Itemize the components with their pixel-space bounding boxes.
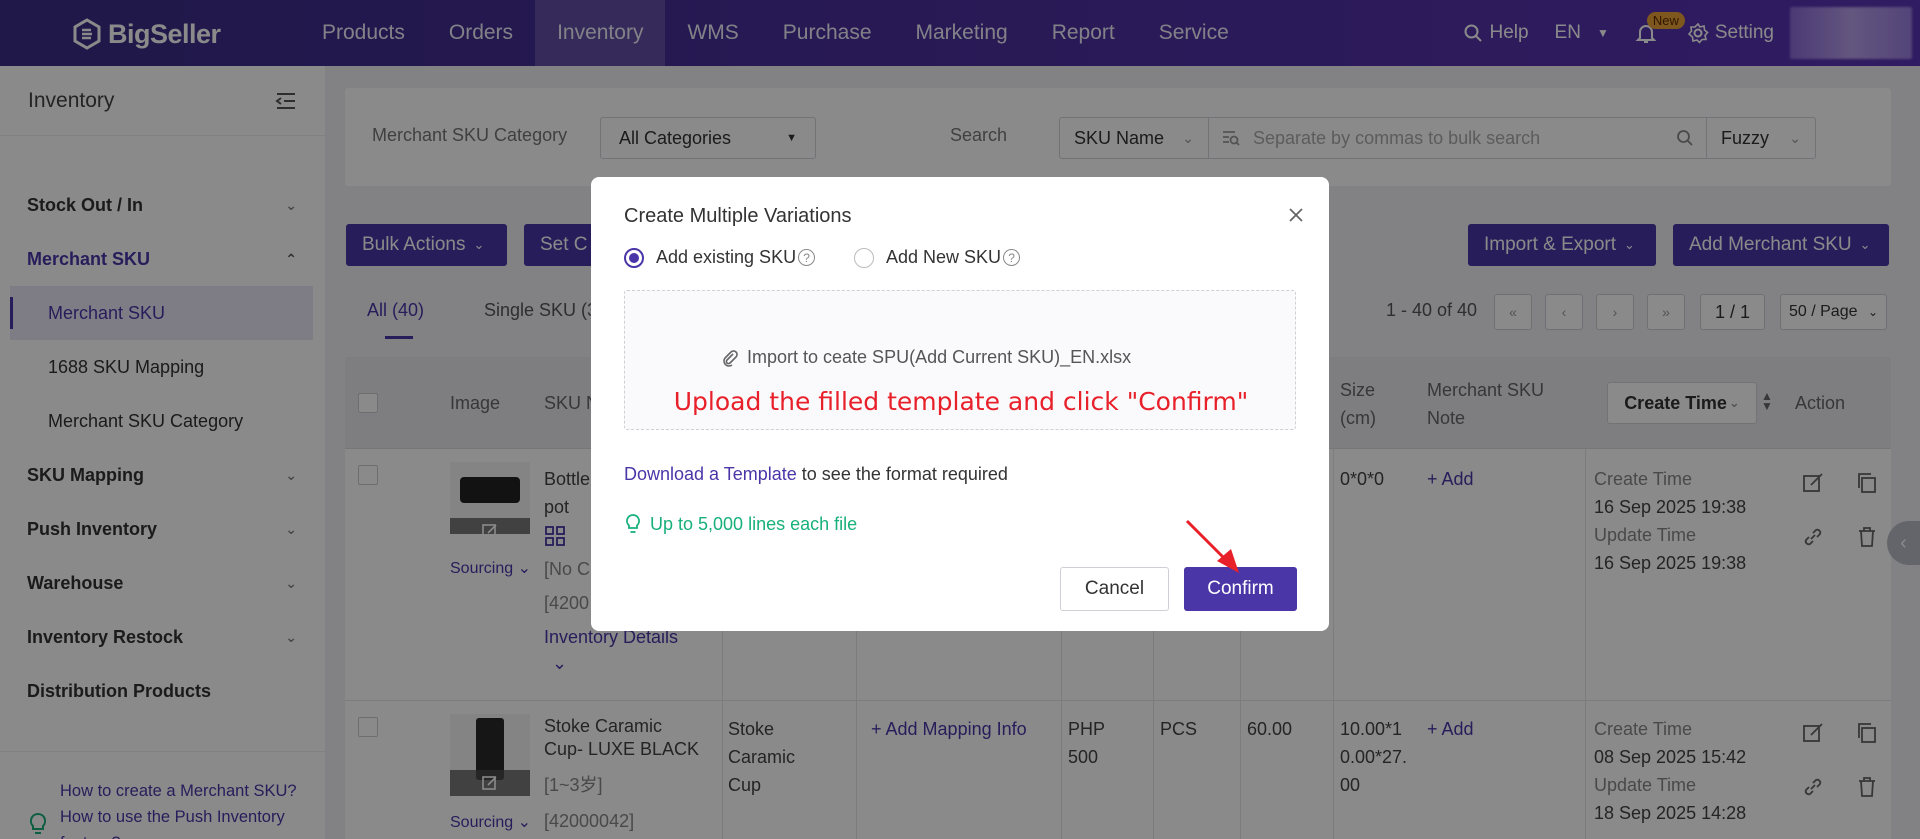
paperclip-icon	[723, 349, 738, 367]
download-template-link[interactable]: Download a Template	[624, 464, 797, 484]
confirm-label: Confirm	[1207, 578, 1274, 599]
lightbulb-icon	[626, 514, 640, 533]
cancel-button[interactable]: Cancel	[1060, 567, 1169, 611]
radio-unselected[interactable]	[854, 247, 874, 268]
option-add-existing-sku[interactable]: Add existing SKU ?	[624, 247, 816, 268]
annotation-arrow	[1185, 519, 1239, 573]
option-new-label: Add New SKU	[886, 247, 1002, 267]
radio-selected[interactable]	[624, 247, 644, 268]
close-icon[interactable]	[1288, 207, 1304, 223]
option-add-new-sku[interactable]: Add New SKU ?	[854, 247, 1021, 268]
file-upload-area[interactable]: Import to ceate SPU(Add Current SKU)_EN.…	[624, 290, 1296, 430]
dialog-title: Create Multiple Variations	[624, 205, 852, 227]
option-existing-label: Add existing SKU	[656, 247, 797, 267]
help-circle-icon[interactable]: ?	[798, 249, 816, 266]
uploaded-file[interactable]: Import to ceate SPU(Add Current SKU)_EN.…	[721, 347, 1131, 368]
download-template-suffix: to see the format required	[801, 464, 1008, 484]
help-circle-icon[interactable]: ?	[1003, 249, 1021, 266]
lines-limit-tip: Up to 5,000 lines each file	[624, 513, 857, 535]
upload-instruction: Upload the filled template and click "Co…	[673, 387, 1249, 416]
lines-limit-text: Up to 5,000 lines each file	[650, 513, 858, 534]
cancel-label: Cancel	[1084, 578, 1145, 599]
uploaded-file-name: Import to ceate SPU(Add Current SKU)_EN.…	[747, 347, 1132, 367]
create-variations-dialog: Create Multiple Variations Add existing …	[591, 177, 1329, 631]
download-template-line: Download a Template to see the format re…	[624, 464, 1008, 485]
